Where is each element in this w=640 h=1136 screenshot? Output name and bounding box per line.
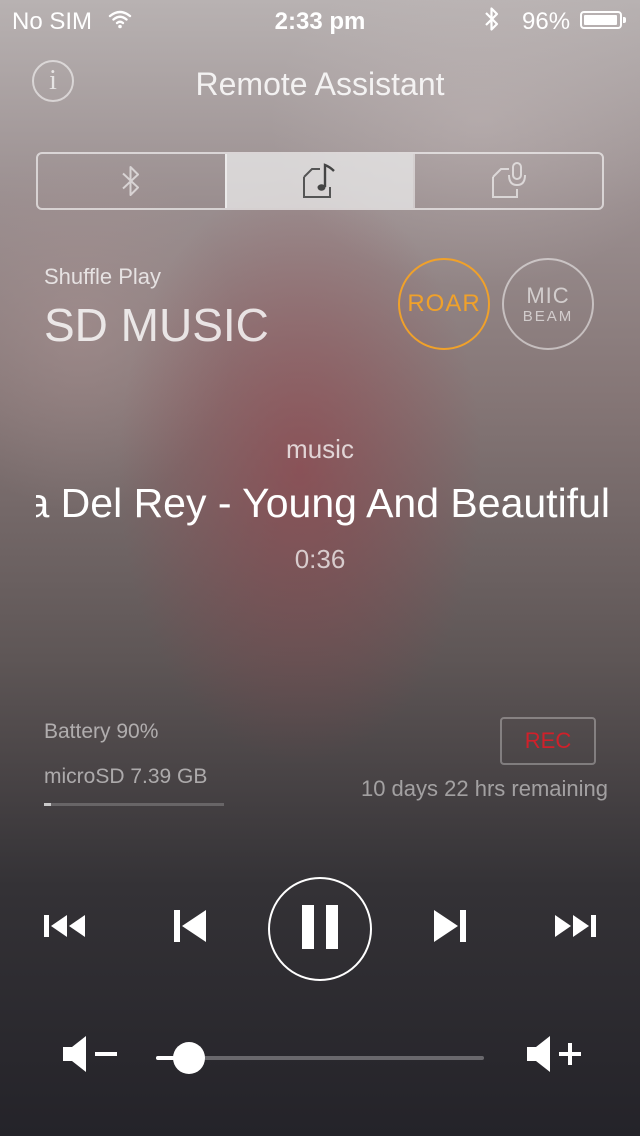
track-title: na Del Rey - Young And Beautiful xyxy=(36,480,608,526)
mic-beam-label-line1: MIC xyxy=(526,282,570,308)
pause-icon xyxy=(300,904,340,954)
fast-rewind-button[interactable] xyxy=(42,908,90,948)
next-track-button[interactable] xyxy=(430,908,470,948)
storage-bar xyxy=(44,803,224,806)
storage-info: microSD 7.39 GB xyxy=(44,765,208,788)
battery-icon xyxy=(580,11,626,29)
bluetooth-icon xyxy=(484,6,500,39)
volume-slider[interactable] xyxy=(156,1056,484,1060)
elapsed-time: 0:36 xyxy=(294,544,346,574)
mode-selector xyxy=(36,152,604,210)
volume-down-button[interactable] xyxy=(60,1034,120,1079)
tab-microphone[interactable] xyxy=(413,154,602,208)
volume-down-icon xyxy=(61,1034,119,1079)
roar-button[interactable]: ROAR xyxy=(398,258,490,350)
battery-percent: 96% xyxy=(522,8,571,35)
fast-forward-button[interactable] xyxy=(550,908,598,948)
previous-track-button[interactable] xyxy=(170,908,210,948)
page-title: Remote Assistant xyxy=(195,66,445,102)
previous-track-icon xyxy=(172,908,208,949)
track-category: music xyxy=(286,434,354,464)
tab-music[interactable] xyxy=(224,154,414,208)
music-note-icon xyxy=(300,161,340,201)
next-track-icon xyxy=(432,908,468,949)
device-battery: Battery 90% xyxy=(44,720,159,743)
microphone-icon xyxy=(489,161,529,201)
source-name: SD MUSIC xyxy=(44,299,269,351)
volume-up-button[interactable] xyxy=(524,1034,584,1079)
recording-time-remaining: 10 days 22 hrs remaining xyxy=(360,776,608,801)
tab-bluetooth[interactable] xyxy=(38,154,225,208)
storage-bar-fill xyxy=(44,803,52,806)
status-bar: No SIM 2:33 pm 96% xyxy=(0,0,640,40)
volume-up-icon xyxy=(525,1034,583,1079)
track-title-container: na Del Rey - Young And Beautiful xyxy=(36,480,608,536)
volume-slider-thumb[interactable] xyxy=(172,1042,205,1074)
battery-fill xyxy=(584,15,617,25)
play-pause-button[interactable] xyxy=(268,877,372,981)
rec-button[interactable]: REC xyxy=(500,717,596,765)
mic-beam-button[interactable]: MIC BEAM xyxy=(502,258,594,350)
bluetooth-icon xyxy=(120,164,142,198)
battery-nub xyxy=(623,17,626,23)
fast-rewind-icon xyxy=(43,912,89,945)
fast-forward-icon xyxy=(551,912,597,945)
mic-beam-label-line2: BEAM xyxy=(522,307,574,325)
play-mode-label: Shuffle Play xyxy=(44,264,162,289)
